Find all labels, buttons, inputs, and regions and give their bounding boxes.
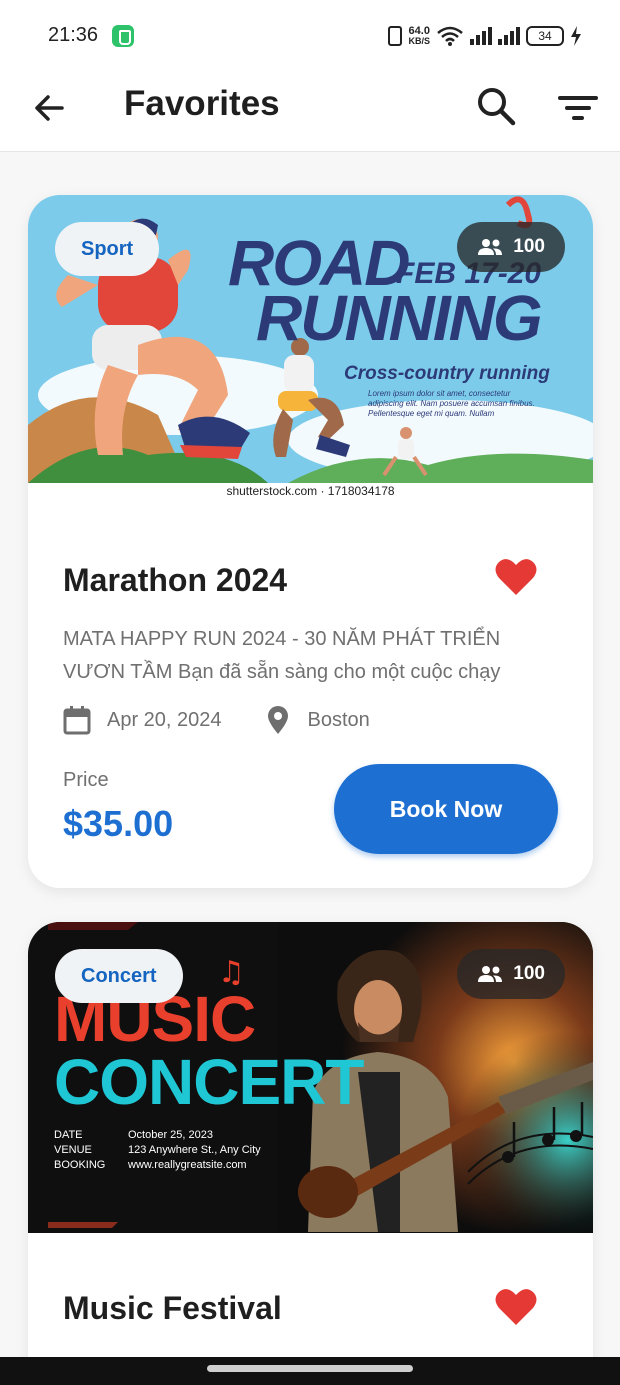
poster-subtitle: Cross-country running xyxy=(344,363,550,384)
poster-title-line2: CONCERT xyxy=(54,1046,364,1118)
event-card[interactable]: ♫ MUSIC CONCERT DATE October 25, 2023 VE… xyxy=(28,922,593,1385)
status-icons: 64.0 KB/S 34 xyxy=(388,22,582,50)
net-speed: 64.0 KB/S xyxy=(408,26,430,47)
signal-icon xyxy=(470,27,492,45)
net-speed-unit: KB/S xyxy=(408,36,430,46)
page-title: Favorites xyxy=(124,84,280,123)
vibrate-icon xyxy=(388,26,403,46)
charging-icon xyxy=(571,26,581,46)
signal-icon-2 xyxy=(498,27,520,45)
attendee-badge: 100 xyxy=(457,949,565,999)
location-pin-icon xyxy=(267,706,288,734)
filter-icon[interactable] xyxy=(556,88,600,128)
event-description-line2: VƯƠN TẦM Bạn đã sẵn sàng cho một cuộc ch… xyxy=(63,661,501,683)
event-image: ROAD FEB 17-20 RUNNING Cross-country run… xyxy=(28,195,593,506)
attendee-count: 100 xyxy=(513,963,545,984)
event-date: Apr 20, 2024 xyxy=(107,708,222,731)
price-label: Price xyxy=(63,769,109,791)
event-description-line1: MATA HAPPY RUN 2024 - 30 NĂM PHÁT TRIỂN xyxy=(63,628,501,650)
status-bar: 21:36 64.0 KB/S 34 xyxy=(0,0,620,70)
event-image: ♫ MUSIC CONCERT DATE October 25, 2023 VE… xyxy=(28,922,593,1233)
search-icon[interactable] xyxy=(474,84,518,128)
event-title: Music Festival xyxy=(63,1290,282,1326)
category-chip[interactable]: Concert xyxy=(55,949,183,1003)
event-description: MATA HAPPY RUN 2024 - 30 NĂM PHÁT TRIỂN … xyxy=(63,623,563,689)
event-location: Boston xyxy=(307,708,370,731)
poster-title-line2: RUNNING xyxy=(256,282,543,354)
status-time: 21:36 xyxy=(48,24,99,46)
heart-icon[interactable] xyxy=(494,557,538,597)
book-now-button[interactable]: Book Now xyxy=(334,764,558,854)
poster-info-label: DATE xyxy=(54,1129,83,1141)
group-icon xyxy=(478,966,503,982)
home-indicator[interactable] xyxy=(207,1365,413,1372)
poster-body: Lorem ipsum dolor sit amet, consectetur … xyxy=(368,389,535,418)
wifi-icon xyxy=(437,26,463,46)
attendee-count: 100 xyxy=(513,236,545,257)
system-nav-bar xyxy=(0,1357,620,1385)
category-chip[interactable]: Sport xyxy=(55,222,160,276)
battery-level: 34 xyxy=(538,29,552,43)
poster-info-value: October 25, 2023 xyxy=(128,1129,214,1141)
heart-icon[interactable] xyxy=(494,1287,538,1327)
event-meta: Apr 20, 2024 Boston xyxy=(63,703,370,737)
poster-info-label: VENUE xyxy=(54,1144,92,1156)
event-title: Marathon 2024 xyxy=(63,562,288,598)
poster-info-label: BOOKING xyxy=(54,1159,106,1171)
image-credit: shutterstock.com · 1718034178 xyxy=(226,484,395,498)
price-value: $35.00 xyxy=(63,803,174,844)
poster-info-value: 123 Anywhere St., Any City xyxy=(128,1144,261,1156)
battery-icon: 34 xyxy=(526,26,564,46)
attendee-badge: 100 xyxy=(457,222,565,272)
app-bar: Favorites xyxy=(0,70,620,152)
event-card[interactable]: ROAD FEB 17-20 RUNNING Cross-country run… xyxy=(28,195,593,888)
calendar-icon xyxy=(63,706,91,735)
shield-app-icon xyxy=(112,25,134,47)
back-arrow-icon[interactable] xyxy=(30,88,70,128)
group-icon xyxy=(478,239,503,255)
poster-info: DATE October 25, 2023 VENUE 123 Anywhere… xyxy=(54,1128,308,1173)
poster-info-value: www.reallygreatsite.com xyxy=(128,1159,247,1171)
